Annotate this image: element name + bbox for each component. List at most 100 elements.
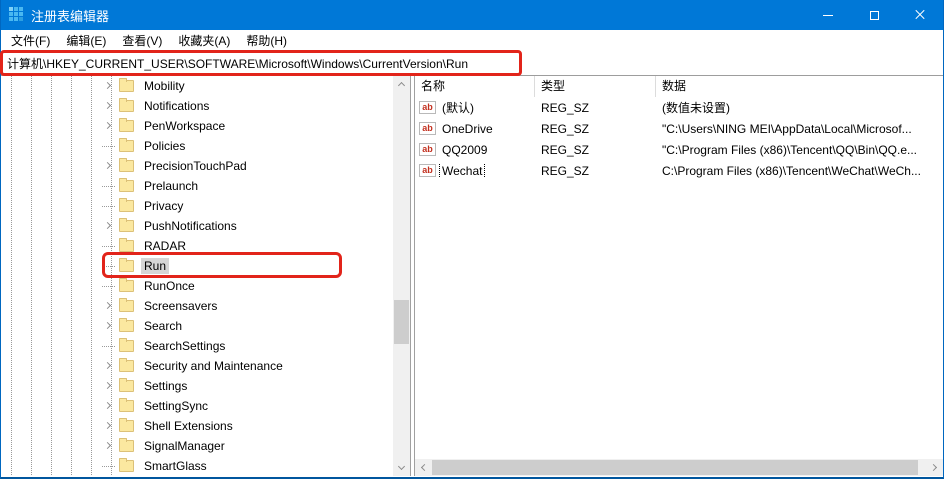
chevron-right-icon[interactable] bbox=[104, 302, 111, 309]
tree-item-shell-extensions[interactable]: Shell Extensions bbox=[1, 416, 393, 436]
tree-item-label[interactable]: SmartGlass bbox=[141, 458, 210, 474]
value-data: "C:\Program Files (x86)\Tencent\QQ\Bin\Q… bbox=[656, 143, 943, 157]
string-value-icon: ab bbox=[419, 164, 436, 177]
value-row-qq2009[interactable]: abQQ2009REG_SZ"C:\Program Files (x86)\Te… bbox=[415, 139, 943, 160]
minimize-button[interactable] bbox=[805, 0, 851, 30]
tree-item-search[interactable]: Search bbox=[1, 316, 393, 336]
folder-icon bbox=[119, 400, 134, 412]
tree-item-label[interactable]: Search bbox=[141, 318, 185, 334]
list-horizontal-scrollbar[interactable] bbox=[415, 459, 943, 476]
chevron-right-icon[interactable] bbox=[104, 102, 111, 109]
values-list: ab (默认) REG_SZ(数值未设置) abOneDriveREG_SZ"C:\U… bbox=[415, 97, 943, 459]
tree-item-label[interactable]: Shell Extensions bbox=[141, 418, 236, 434]
tree-connector bbox=[102, 246, 115, 247]
menu-item-f[interactable]: 文件(F) bbox=[3, 31, 58, 51]
value-name[interactable]: Wechat bbox=[440, 164, 484, 178]
tree-connector bbox=[102, 266, 115, 267]
value-row-wechat[interactable]: abWechatREG_SZC:\Program Files (x86)\Ten… bbox=[415, 160, 943, 181]
tree-item-label[interactable]: Privacy bbox=[141, 198, 186, 214]
value-row-onedrive[interactable]: abOneDriveREG_SZ"C:\Users\NING MEI\AppDa… bbox=[415, 118, 943, 139]
folder-icon bbox=[119, 140, 134, 152]
chevron-right-icon[interactable] bbox=[104, 322, 111, 329]
chevron-right-icon[interactable] bbox=[104, 382, 111, 389]
tree-item-smartglass[interactable]: SmartGlass bbox=[1, 456, 393, 476]
tree-item-notifications[interactable]: Notifications bbox=[1, 96, 393, 116]
chevron-right-icon[interactable] bbox=[104, 442, 111, 449]
tree-item-label[interactable]: PenWorkspace bbox=[141, 118, 228, 134]
tree-item-runonce[interactable]: RunOnce bbox=[1, 276, 393, 296]
menu-item-e[interactable]: 编辑(E) bbox=[58, 31, 114, 51]
value-data: "C:\Users\NING MEI\AppData\Local\Microso… bbox=[656, 122, 943, 136]
value-name-cell: abOneDrive bbox=[415, 122, 535, 136]
tree-item-label[interactable]: Policies bbox=[141, 138, 188, 154]
tree-item-policies[interactable]: Policies bbox=[1, 136, 393, 156]
tree-item-pushnotifications[interactable]: PushNotifications bbox=[1, 216, 393, 236]
tree-item-precisiontouchpad[interactable]: PrecisionTouchPad bbox=[1, 156, 393, 176]
column-header-data[interactable]: 数据 bbox=[656, 76, 943, 97]
value-type: REG_SZ bbox=[535, 101, 656, 115]
scroll-down-button[interactable] bbox=[393, 459, 410, 476]
tree-vertical-scrollbar[interactable] bbox=[393, 76, 410, 476]
scroll-right-button[interactable] bbox=[926, 459, 943, 476]
tree-item-mobility[interactable]: Mobility bbox=[1, 76, 393, 96]
horizontal-scroll-thumb[interactable] bbox=[432, 460, 918, 475]
tree-item-label[interactable]: Prelaunch bbox=[141, 178, 201, 194]
tree-item-privacy[interactable]: Privacy bbox=[1, 196, 393, 216]
value-data: C:\Program Files (x86)\Tencent\WeChat\We… bbox=[656, 164, 943, 178]
tree-item-prelaunch[interactable]: Prelaunch bbox=[1, 176, 393, 196]
vertical-scroll-thumb[interactable] bbox=[394, 300, 409, 344]
column-header-type[interactable]: 类型 bbox=[535, 76, 656, 97]
tree-item-label[interactable]: Security and Maintenance bbox=[141, 358, 286, 374]
tree-item-label[interactable]: RunOnce bbox=[141, 278, 198, 294]
tree-item-searchsettings[interactable]: SearchSettings bbox=[1, 336, 393, 356]
menu-item-h[interactable]: 帮助(H) bbox=[238, 31, 295, 51]
chevron-right-icon[interactable] bbox=[104, 402, 111, 409]
maximize-button[interactable] bbox=[851, 0, 897, 30]
main-area: Mobility Notifications PenWorkspace Policie… bbox=[1, 76, 943, 476]
scroll-up-button[interactable] bbox=[393, 76, 410, 93]
chevron-right-icon bbox=[930, 464, 937, 471]
folder-icon bbox=[119, 80, 134, 92]
tree-item-screensavers[interactable]: Screensavers bbox=[1, 296, 393, 316]
chevron-right-icon[interactable] bbox=[104, 162, 111, 169]
tree-item-label[interactable]: PrecisionTouchPad bbox=[141, 158, 250, 174]
scroll-left-button[interactable] bbox=[415, 459, 432, 476]
tree-item-label[interactable]: SettingSync bbox=[141, 398, 211, 414]
tree-item-label[interactable]: PushNotifications bbox=[141, 218, 240, 234]
tree-item-label[interactable]: SearchSettings bbox=[141, 338, 228, 354]
tree-item-security-and-maintenance[interactable]: Security and Maintenance bbox=[1, 356, 393, 376]
tree-item-run[interactable]: Run bbox=[1, 256, 393, 276]
chevron-right-icon[interactable] bbox=[104, 422, 111, 429]
value-name[interactable]: QQ2009 bbox=[440, 143, 489, 157]
chevron-right-icon[interactable] bbox=[104, 362, 111, 369]
menu-item-a[interactable]: 收藏夹(A) bbox=[170, 31, 238, 51]
column-header-name[interactable]: 名称 bbox=[415, 76, 535, 97]
value-name[interactable]: (默认) bbox=[440, 99, 476, 116]
folder-icon bbox=[119, 120, 134, 132]
chevron-right-icon[interactable] bbox=[104, 82, 111, 89]
folder-icon bbox=[119, 320, 134, 332]
chevron-right-icon[interactable] bbox=[104, 122, 111, 129]
tree-connector bbox=[102, 206, 115, 207]
value-row-[interactable]: ab(默认)REG_SZ(数值未设置) bbox=[415, 97, 943, 118]
tree-item-label[interactable]: Run bbox=[141, 258, 169, 274]
tree-item-label[interactable]: Screensavers bbox=[141, 298, 220, 314]
folder-icon bbox=[119, 300, 134, 312]
tree-item-signalmanager[interactable]: SignalManager bbox=[1, 436, 393, 456]
tree-item-label[interactable]: Settings bbox=[141, 378, 190, 394]
chevron-right-icon[interactable] bbox=[104, 222, 111, 229]
tree-item-label[interactable]: SignalManager bbox=[141, 438, 228, 454]
tree-item-label[interactable]: Notifications bbox=[141, 98, 212, 114]
tree-item-radar[interactable]: RADAR bbox=[1, 236, 393, 256]
tree-item-settings[interactable]: Settings bbox=[1, 376, 393, 396]
close-button[interactable] bbox=[897, 0, 943, 30]
tree-item-label[interactable]: Mobility bbox=[141, 78, 188, 94]
tree-item-label[interactable]: RADAR bbox=[141, 238, 189, 254]
tree-connector bbox=[102, 146, 115, 147]
tree-item-penworkspace[interactable]: PenWorkspace bbox=[1, 116, 393, 136]
address-bar[interactable]: 计算机\HKEY_CURRENT_USER\SOFTWARE\Microsoft… bbox=[1, 51, 943, 76]
tree-item-settingsync[interactable]: SettingSync bbox=[1, 396, 393, 416]
menu-item-v[interactable]: 查看(V) bbox=[114, 31, 170, 51]
value-data: (数值未设置) bbox=[656, 99, 943, 116]
value-name[interactable]: OneDrive bbox=[440, 122, 495, 136]
